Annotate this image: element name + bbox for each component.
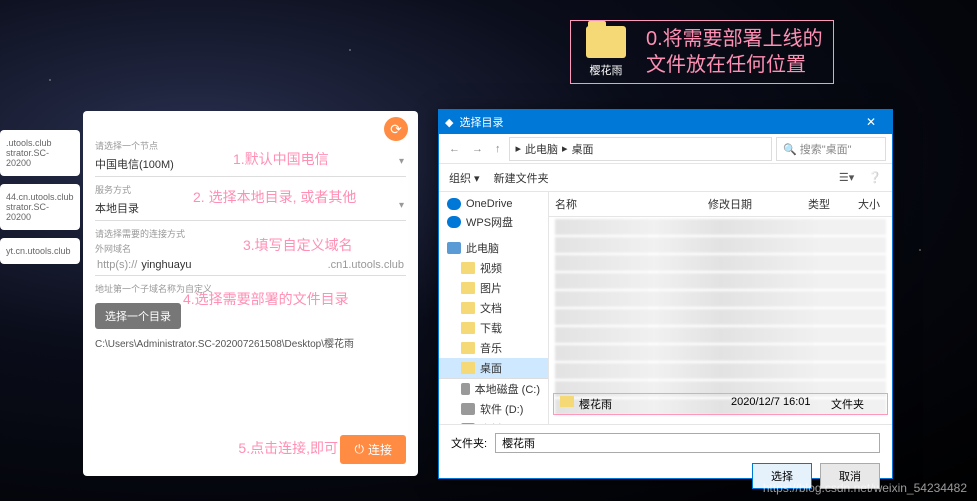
breadcrumb[interactable]: ▸此电脑▸桌面 [509, 137, 773, 161]
organize-menu[interactable]: 组织 ▾ [449, 170, 480, 186]
back-icon[interactable]: ← [445, 143, 464, 155]
folder-tree: OneDriveWPS网盘此电脑视频图片文档下载音乐桌面本地磁盘 (C:)软件 … [439, 192, 549, 424]
sidebar-card[interactable]: 44.cn.utools.clubstrator.SC-20200 [0, 184, 80, 230]
fold-icon [461, 362, 475, 374]
up-icon[interactable]: ↑ [491, 143, 505, 155]
tree-item-文档[interactable]: 文档 [439, 298, 548, 318]
folder-label: 文件夹: [451, 435, 487, 451]
fold-icon [461, 342, 475, 354]
pc-icon [447, 242, 461, 254]
step0-text: 0.将需要部署上线的 文件放在任何位置 [646, 26, 823, 78]
new-folder-button[interactable]: 新建文件夹 [494, 170, 549, 186]
forward-icon[interactable]: → [468, 143, 487, 155]
desktop-folder-icon[interactable]: 樱花雨 [581, 26, 631, 78]
connect-button[interactable]: ⏻连接 [340, 435, 406, 464]
cloud-icon [447, 198, 461, 210]
list-item[interactable] [555, 219, 886, 235]
col-date[interactable]: 修改日期 [702, 196, 802, 212]
help-icon[interactable]: ❔ [868, 171, 882, 184]
dialog-title: 选择目录 [459, 114, 503, 130]
fold-icon [461, 282, 475, 294]
note-5-connect: 5.点击连接,即可 [238, 438, 338, 458]
config-panel: ⟳ 请选择一个节点 中国电信(100M) 1.默认中国电信 服务方式 本地目录 … [83, 111, 418, 476]
file-dialog: ◆ 选择目录 ✕ ← → ↑ ▸此电脑▸桌面 🔍 搜索"桌面" 组织 ▾ 新建文… [438, 109, 893, 479]
power-icon: ⏻ [354, 442, 364, 457]
tree-item-视频[interactable]: 视频 [439, 258, 548, 278]
disk-icon [461, 423, 475, 424]
sidebar-card[interactable]: .utools.clubstrator.SC-20200 [0, 130, 80, 176]
col-size[interactable]: 大小 [852, 196, 892, 212]
domain-suffix: .cn1.utools.club [326, 255, 406, 275]
list-item[interactable] [555, 291, 886, 307]
sidebar-card[interactable]: yt.cn.utools.club [0, 238, 80, 264]
domain-custom-input[interactable] [139, 255, 325, 275]
note-4: 4.选择需要部署的文件目录 [183, 289, 349, 309]
selected-path: C:\Users\Administrator.SC-202007261508\D… [95, 335, 406, 350]
col-type[interactable]: 类型 [802, 196, 852, 212]
tree-item-本地磁盘 (C:)[interactable]: 本地磁盘 (C:) [439, 379, 548, 399]
tree-item-桌面[interactable]: 桌面 [439, 358, 548, 379]
watermark: https://blog.csdn.net/weixin_54234482 [763, 481, 967, 495]
app-icon: ◆ [445, 116, 453, 129]
list-item[interactable] [555, 255, 886, 271]
step0-annotation: 樱花雨 0.将需要部署上线的 文件放在任何位置 [570, 20, 834, 84]
list-item[interactable] [555, 273, 886, 289]
tree-item-软件 (D:)[interactable]: 软件 (D:) [439, 399, 548, 419]
disk-icon [461, 383, 470, 395]
note-2: 2. 选择本地目录, 或者其他 [193, 187, 356, 207]
dialog-titlebar[interactable]: ◆ 选择目录 ✕ [439, 110, 892, 134]
refresh-icon[interactable]: ⟳ [384, 117, 408, 141]
tree-item-此电脑[interactable]: 此电脑 [439, 238, 548, 258]
cloud-icon [447, 216, 461, 228]
folder-icon [560, 396, 574, 407]
note-3: 3.填写自定义域名 [243, 235, 353, 255]
search-input[interactable]: 🔍 搜索"桌面" [776, 137, 886, 161]
note-1: 1.默认中国电信 [233, 149, 329, 169]
dialog-toolbar: 组织 ▾ 新建文件夹 ☰▾ ❔ [439, 164, 892, 192]
list-item[interactable] [555, 345, 886, 361]
col-name[interactable]: 名称 [549, 196, 702, 212]
view-icon[interactable]: ☰▾ [839, 171, 854, 184]
tree-item-OneDrive[interactable]: OneDrive [439, 196, 548, 212]
tree-item-资料 (E:)[interactable]: 资料 (E:) [439, 419, 548, 424]
list-item[interactable] [555, 363, 886, 379]
tree-item-下载[interactable]: 下载 [439, 318, 548, 338]
disk-icon [461, 403, 475, 415]
list-item[interactable] [555, 237, 886, 253]
file-list: 名称 修改日期 类型 大小 樱花雨 2020/12/7 16:01 文件夹 [549, 192, 892, 424]
dialog-navbar: ← → ↑ ▸此电脑▸桌面 🔍 搜索"桌面" [439, 134, 892, 164]
close-icon[interactable]: ✕ [856, 115, 886, 129]
selected-file-row[interactable]: 樱花雨 2020/12/7 16:01 文件夹 [553, 393, 888, 415]
list-item[interactable] [555, 309, 886, 325]
sidebar: .utools.clubstrator.SC-20200 44.cn.utool… [0, 130, 80, 272]
list-item[interactable] [555, 327, 886, 343]
pick-folder-button[interactable]: 选择一个目录 [95, 303, 181, 329]
fold-icon [461, 322, 475, 334]
tree-item-图片[interactable]: 图片 [439, 278, 548, 298]
domain-input-row: http(s):// .cn1.utools.club [95, 255, 406, 276]
folder-name-input[interactable] [495, 433, 880, 453]
domain-prefix: http(s):// [95, 255, 139, 275]
fold-icon [461, 302, 475, 314]
list-header: 名称 修改日期 类型 大小 [549, 192, 892, 217]
tree-item-WPS网盘[interactable]: WPS网盘 [439, 212, 548, 232]
tree-item-音乐[interactable]: 音乐 [439, 338, 548, 358]
fold-icon [461, 262, 475, 274]
